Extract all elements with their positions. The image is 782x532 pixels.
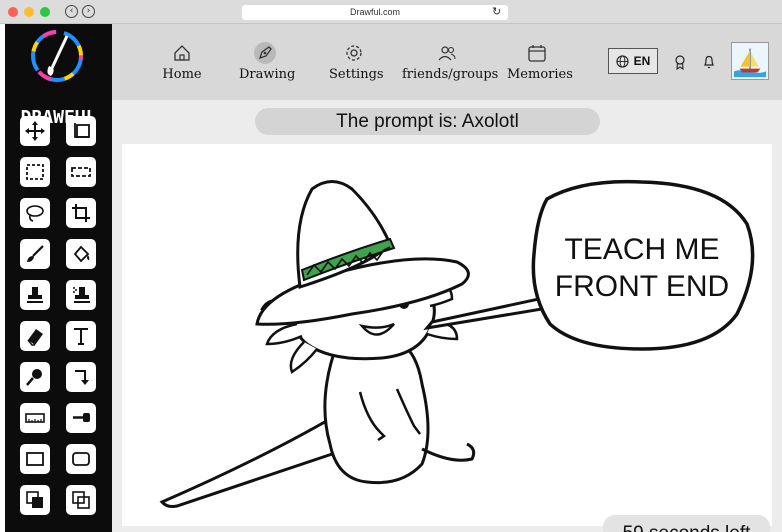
globe-icon — [616, 54, 629, 68]
rounded-rectangle-icon — [72, 452, 90, 466]
brush-icon — [27, 245, 44, 262]
close-window-button[interactable] — [8, 7, 18, 17]
drawful-logo — [31, 30, 83, 82]
sailboat-avatar-icon[interactable] — [731, 42, 769, 80]
award-icon[interactable] — [673, 54, 687, 70]
reload-icon[interactable]: ↻ — [492, 5, 506, 19]
calendar-icon — [528, 45, 546, 62]
lasso-icon — [26, 205, 44, 222]
stamp-icon — [27, 287, 43, 303]
artboard-icon — [74, 123, 90, 138]
send-back-icon — [72, 491, 90, 509]
paint-bucket-icon — [73, 245, 90, 263]
chevron-right-icon[interactable]: › — [82, 5, 95, 18]
brush-tool[interactable] — [20, 239, 50, 269]
nav-friends-groups[interactable]: friends/groups — [402, 42, 498, 82]
url-bar[interactable]: Drawful.com — [242, 5, 508, 20]
nav-memories[interactable]: Memories — [507, 42, 573, 82]
row-select-tool[interactable] — [66, 157, 96, 187]
magnify-icon — [26, 369, 42, 386]
text-tool[interactable] — [66, 321, 96, 351]
prompt-banner: The prompt is: Axolotl — [255, 108, 600, 135]
nav-memories-label: Memories — [507, 67, 573, 82]
nav-friends-groups-label: friends/groups — [402, 67, 499, 82]
timer-badge: 59 seconds left — [603, 515, 770, 532]
crop-icon — [72, 204, 90, 222]
speech-line-2: FRONT END — [555, 270, 729, 303]
main-area: The prompt is: Axolotl TEACH ME FRONT EN… — [112, 100, 782, 532]
eraser-tool[interactable] — [20, 321, 50, 351]
rotate-arrow-icon — [75, 370, 89, 385]
bring-front-icon — [26, 491, 43, 508]
ruler-icon — [25, 413, 45, 423]
pattern-stamp-tool[interactable] — [66, 280, 96, 310]
top-navigation: Home Drawing Settings friends/groups Mem… — [112, 24, 782, 100]
maximize-window-button[interactable] — [40, 7, 50, 17]
pen-icon — [254, 42, 276, 64]
rect-select-tool[interactable] — [20, 157, 50, 187]
fill-tool[interactable] — [66, 239, 96, 269]
bell-icon[interactable] — [702, 54, 716, 70]
ruler-tool[interactable] — [20, 403, 50, 433]
chevron-left-icon[interactable]: ‹ — [65, 5, 78, 18]
home-icon — [174, 45, 190, 61]
rounded-rect-tool[interactable] — [66, 444, 96, 474]
move-tool[interactable] — [20, 116, 50, 146]
speech-line-1: TEACH ME — [564, 233, 719, 266]
rect-marquee-icon — [26, 164, 44, 180]
rotate-tool[interactable] — [66, 362, 96, 392]
stamp-tool[interactable] — [20, 280, 50, 310]
tool-panel: DRAWFUL — [5, 24, 112, 532]
nav-home-label: Home — [162, 67, 202, 82]
language-selector[interactable]: EN — [608, 48, 658, 74]
layer-front-tool[interactable] — [20, 485, 50, 515]
move-arrows-icon — [25, 121, 45, 141]
pattern-stamp-icon — [73, 287, 90, 303]
nav-drawing[interactable]: Drawing — [239, 42, 295, 82]
nav-settings-label: Settings — [329, 67, 384, 82]
axolotl-drawing: TEACH ME FRONT END — [159, 179, 755, 508]
eraser-icon — [27, 329, 43, 346]
nav-home[interactable]: Home — [160, 42, 204, 82]
gear-icon — [346, 45, 362, 61]
eyedropper-tool[interactable] — [66, 403, 96, 433]
artboard-tool[interactable] — [66, 116, 96, 146]
rectangle-icon — [26, 452, 44, 466]
text-icon — [74, 328, 88, 345]
drawing-canvas[interactable]: TEACH ME FRONT END 59 seconds left — [122, 144, 772, 532]
language-label: EN — [633, 54, 651, 68]
browser-chrome: ‹ › Drawful.com ↻ — [0, 0, 782, 24]
row-marquee-icon — [71, 167, 91, 177]
nav-settings[interactable]: Settings — [329, 42, 384, 82]
minimize-window-button[interactable] — [24, 7, 34, 17]
rectangle-tool[interactable] — [20, 444, 50, 474]
lasso-tool[interactable] — [20, 198, 50, 228]
magnify-tool[interactable] — [20, 362, 50, 392]
layer-back-tool[interactable] — [66, 485, 96, 515]
people-icon — [438, 46, 456, 61]
eyedropper-icon — [73, 413, 90, 422]
crop-tool[interactable] — [66, 198, 96, 228]
nav-drawing-label: Drawing — [239, 67, 296, 82]
